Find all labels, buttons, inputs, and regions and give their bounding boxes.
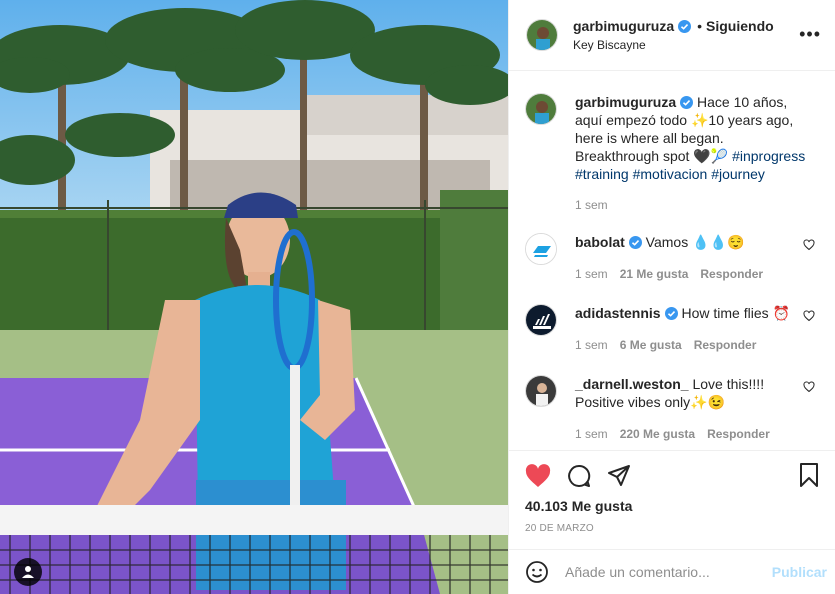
avatar[interactable] [525, 304, 557, 336]
comment-like-heart-icon[interactable] [803, 239, 815, 251]
comments-list[interactable]: garbimuguruza Hace 10 años, aquí empezó … [509, 72, 835, 450]
comment-composer: Publicar [509, 549, 835, 594]
post-header: garbimuguruza • Siguiendo Key Biscayne •… [509, 0, 835, 71]
heart-filled-icon[interactable] [525, 464, 551, 488]
comment-username[interactable]: _darnell.weston_ [575, 376, 689, 392]
avatar[interactable] [525, 93, 557, 125]
emoji-icon[interactable] [525, 560, 549, 584]
share-icon[interactable] [607, 464, 631, 488]
comment-like-heart-icon[interactable] [803, 310, 815, 322]
avatar[interactable] [525, 233, 557, 265]
instagram-post-modal: garbimuguruza • Siguiendo Key Biscayne •… [0, 0, 835, 594]
comment-username[interactable]: adidastennis [575, 305, 661, 321]
comment-time[interactable]: 1 sem [575, 265, 608, 283]
comment-like-heart-icon[interactable] [803, 381, 815, 393]
author-username[interactable]: garbimuguruza [573, 18, 674, 34]
caption-username[interactable]: garbimuguruza [575, 94, 676, 110]
comment-likes[interactable]: 21 Me gusta [620, 265, 689, 283]
comment-username[interactable]: babolat [575, 234, 625, 250]
following-button[interactable]: Siguiendo [706, 18, 774, 34]
avatar[interactable] [525, 375, 557, 407]
comment-row: babolat Vamos 💧💧😌 1 sem 21 Me gusta Resp… [525, 233, 819, 283]
hashtag[interactable]: #motivacion [633, 166, 708, 182]
post-location[interactable]: Key Biscayne [573, 38, 774, 52]
user-tag-icon[interactable] [14, 558, 42, 586]
caption-time[interactable]: 1 sem [575, 196, 608, 214]
comment-time[interactable]: 1 sem [575, 336, 608, 354]
verified-badge-icon [678, 19, 692, 33]
verified-badge-icon [680, 96, 694, 109]
reply-button[interactable]: Responder [694, 336, 757, 354]
hashtag[interactable]: #journey [711, 166, 765, 182]
caption-row: garbimuguruza Hace 10 años, aquí empezó … [525, 93, 819, 214]
more-options-icon[interactable]: ••• [799, 24, 821, 45]
comment-likes[interactable]: 6 Me gusta [620, 336, 682, 354]
publish-button[interactable]: Publicar [772, 564, 827, 580]
tennis-court-photo [0, 0, 508, 594]
verified-badge-icon [664, 307, 678, 320]
reply-button[interactable]: Responder [707, 425, 770, 443]
reply-button[interactable]: Responder [700, 265, 763, 283]
bookmark-icon[interactable] [799, 463, 819, 490]
post-side-panel: garbimuguruza • Siguiendo Key Biscayne •… [508, 0, 835, 594]
comment-icon[interactable] [567, 464, 591, 488]
separator-dot: • [697, 18, 703, 34]
post-actions: 40.103 Me gusta 20 DE MARZO [509, 450, 835, 548]
post-photo[interactable] [0, 0, 508, 594]
avatar[interactable] [526, 19, 558, 51]
comment-row: _darnell.weston_ Love this!!!! Positive … [525, 375, 819, 443]
verified-badge-icon [628, 236, 642, 249]
comment-time[interactable]: 1 sem [575, 425, 608, 443]
comment-input[interactable] [565, 564, 772, 580]
post-date[interactable]: 20 DE MARZO [525, 523, 819, 534]
comment-likes[interactable]: 220 Me gusta [620, 425, 695, 443]
comment-text: Vamos 💧💧😌 [645, 234, 745, 250]
hashtag[interactable]: #inprogress [732, 148, 805, 164]
hashtag[interactable]: #training [575, 166, 629, 182]
comment-row: adidastennis How time flies ⏰ 1 sem 6 Me… [525, 304, 819, 354]
comment-text: How time flies ⏰ [681, 305, 790, 321]
